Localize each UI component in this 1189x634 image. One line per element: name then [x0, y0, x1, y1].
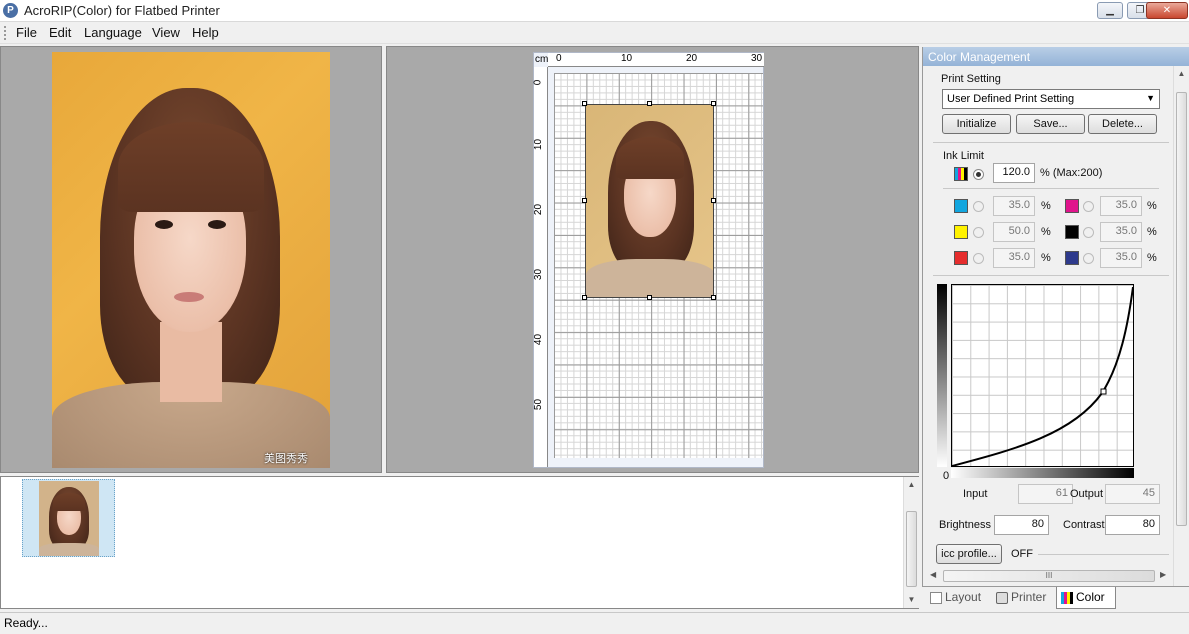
resize-handle[interactable]	[647, 101, 652, 106]
resize-handle[interactable]	[711, 198, 716, 203]
tone-curve-graph[interactable]	[951, 284, 1134, 467]
menu-help[interactable]: Help	[192, 25, 219, 40]
image-preview-pane: 美图秀秀	[0, 46, 382, 473]
contrast-label: Contrast	[1063, 519, 1105, 531]
title-bar: P AcroRIP(Color) for Flatbed Printer ▁ ❐…	[0, 0, 1189, 22]
color-icon	[1061, 591, 1073, 604]
black-field[interactable]: 35.0	[1100, 222, 1142, 242]
resize-handle[interactable]	[711, 295, 716, 300]
panel-tabs: Layout Printer Color	[922, 586, 1189, 610]
initialize-button[interactable]: Initialize	[942, 114, 1011, 134]
printer-icon	[996, 591, 1008, 604]
scroll-down-icon[interactable]: ▼	[904, 595, 919, 604]
layout-icon	[930, 591, 942, 604]
resize-handle[interactable]	[582, 101, 587, 106]
input-gradient-bar	[951, 468, 1134, 478]
layout-sheet: 0 10 20 30 cm 0 10 20 30 40 50	[532, 52, 764, 468]
placed-image[interactable]	[585, 104, 714, 298]
yellow-swatch	[954, 225, 968, 239]
ruler-left: 0 10 20 30 40 50	[532, 67, 548, 467]
print-setting-dropdown[interactable]: User Defined Print Setting ▼	[942, 89, 1160, 109]
magenta-field[interactable]: 35.0	[1100, 196, 1142, 216]
ink-limit-max-label: % (Max:200)	[1040, 167, 1103, 179]
red-radio[interactable]	[973, 253, 984, 264]
resize-handle[interactable]	[647, 295, 652, 300]
cyan-swatch	[954, 199, 968, 213]
ruler-top: 0 10 20 30	[548, 53, 764, 67]
ink-limit-total-field[interactable]: 120.0	[993, 163, 1035, 183]
save-button[interactable]: Save...	[1016, 114, 1085, 134]
panel-scrollbar[interactable]: ▲	[1173, 66, 1189, 586]
menu-view[interactable]: View	[152, 25, 180, 40]
tab-color[interactable]: Color	[1056, 587, 1116, 609]
yellow-radio[interactable]	[973, 227, 984, 238]
app-icon: P	[3, 3, 18, 18]
icc-profile-button[interactable]: icc profile...	[936, 544, 1002, 564]
ink-limit-label: Ink Limit	[943, 150, 984, 162]
panel-hscrollbar[interactable]: ◀ III ▶	[927, 568, 1171, 584]
blue-field[interactable]: 35.0	[1100, 248, 1142, 268]
panel-scroll-thumb[interactable]	[1176, 92, 1187, 526]
hscroll-thumb[interactable]: III	[943, 570, 1155, 582]
menu-bar: File Edit Language View Help	[0, 22, 1189, 44]
status-bar: Ready...	[0, 612, 1189, 634]
tab-layout[interactable]: Layout	[926, 587, 985, 609]
resize-handle[interactable]	[582, 295, 587, 300]
scroll-thumb[interactable]	[906, 511, 917, 587]
scroll-up-icon[interactable]: ▲	[904, 480, 919, 489]
resize-handle[interactable]	[582, 198, 587, 203]
output-gradient-bar	[937, 284, 947, 467]
close-button[interactable]: ✕	[1146, 2, 1188, 19]
input-label: Input	[963, 488, 988, 500]
ruler-unit: cm	[535, 54, 549, 65]
menu-edit[interactable]: Edit	[49, 25, 71, 40]
all-inks-icon	[954, 167, 968, 181]
cyan-field[interactable]: 35.0	[993, 196, 1035, 216]
menu-language[interactable]: Language	[84, 25, 142, 40]
icc-state-label: OFF	[1011, 548, 1033, 560]
thumbnail-item[interactable]	[22, 479, 115, 557]
photo-watermark: 美图秀秀	[264, 453, 308, 465]
minimize-button[interactable]: ▁	[1097, 2, 1123, 19]
tone-curve	[952, 286, 1134, 467]
input-field[interactable]: 61	[1018, 484, 1073, 504]
brightness-label: Brightness	[939, 519, 991, 531]
toolbar-grip	[4, 26, 7, 40]
magenta-radio[interactable]	[1083, 201, 1094, 212]
thumbnail-pane: ▲ ▼	[0, 476, 919, 609]
cyan-radio[interactable]	[973, 201, 984, 212]
yellow-field[interactable]: 50.0	[993, 222, 1035, 242]
brightness-field[interactable]: 80	[994, 515, 1049, 535]
red-swatch	[954, 251, 968, 265]
contrast-field[interactable]: 80	[1105, 515, 1160, 535]
scroll-up-icon[interactable]: ▲	[1174, 69, 1189, 78]
chevron-down-icon: ▼	[1146, 93, 1155, 103]
window-title: AcroRIP(Color) for Flatbed Printer	[24, 3, 220, 18]
red-field[interactable]: 35.0	[993, 248, 1035, 268]
magenta-swatch	[1065, 199, 1079, 213]
output-field[interactable]: 45	[1105, 484, 1160, 504]
output-label: Output	[1070, 488, 1104, 500]
layout-pane: 0 10 20 30 cm 0 10 20 30 40 50	[386, 46, 919, 473]
menu-file[interactable]: File	[16, 25, 37, 40]
resize-handle[interactable]	[711, 101, 716, 106]
ink-limit-total-radio[interactable]	[973, 169, 984, 180]
print-setting-label: Print Setting	[941, 73, 1001, 85]
delete-button[interactable]: Delete...	[1088, 114, 1157, 134]
blue-radio[interactable]	[1083, 253, 1094, 264]
blue-swatch	[1065, 251, 1079, 265]
scroll-right-icon[interactable]: ▶	[1160, 570, 1166, 579]
preview-photo: 美图秀秀	[52, 52, 330, 468]
tab-printer[interactable]: Printer	[992, 587, 1050, 609]
thumbnail-scrollbar[interactable]: ▲ ▼	[903, 477, 919, 608]
status-text: Ready...	[4, 616, 48, 630]
curve-origin-label: 0	[943, 470, 950, 482]
panel-title: Color Management	[923, 47, 1189, 66]
scroll-left-icon[interactable]: ◀	[930, 570, 936, 579]
black-swatch	[1065, 225, 1079, 239]
color-management-panel: Color Management Print Setting User Defi…	[922, 47, 1189, 610]
black-radio[interactable]	[1083, 227, 1094, 238]
